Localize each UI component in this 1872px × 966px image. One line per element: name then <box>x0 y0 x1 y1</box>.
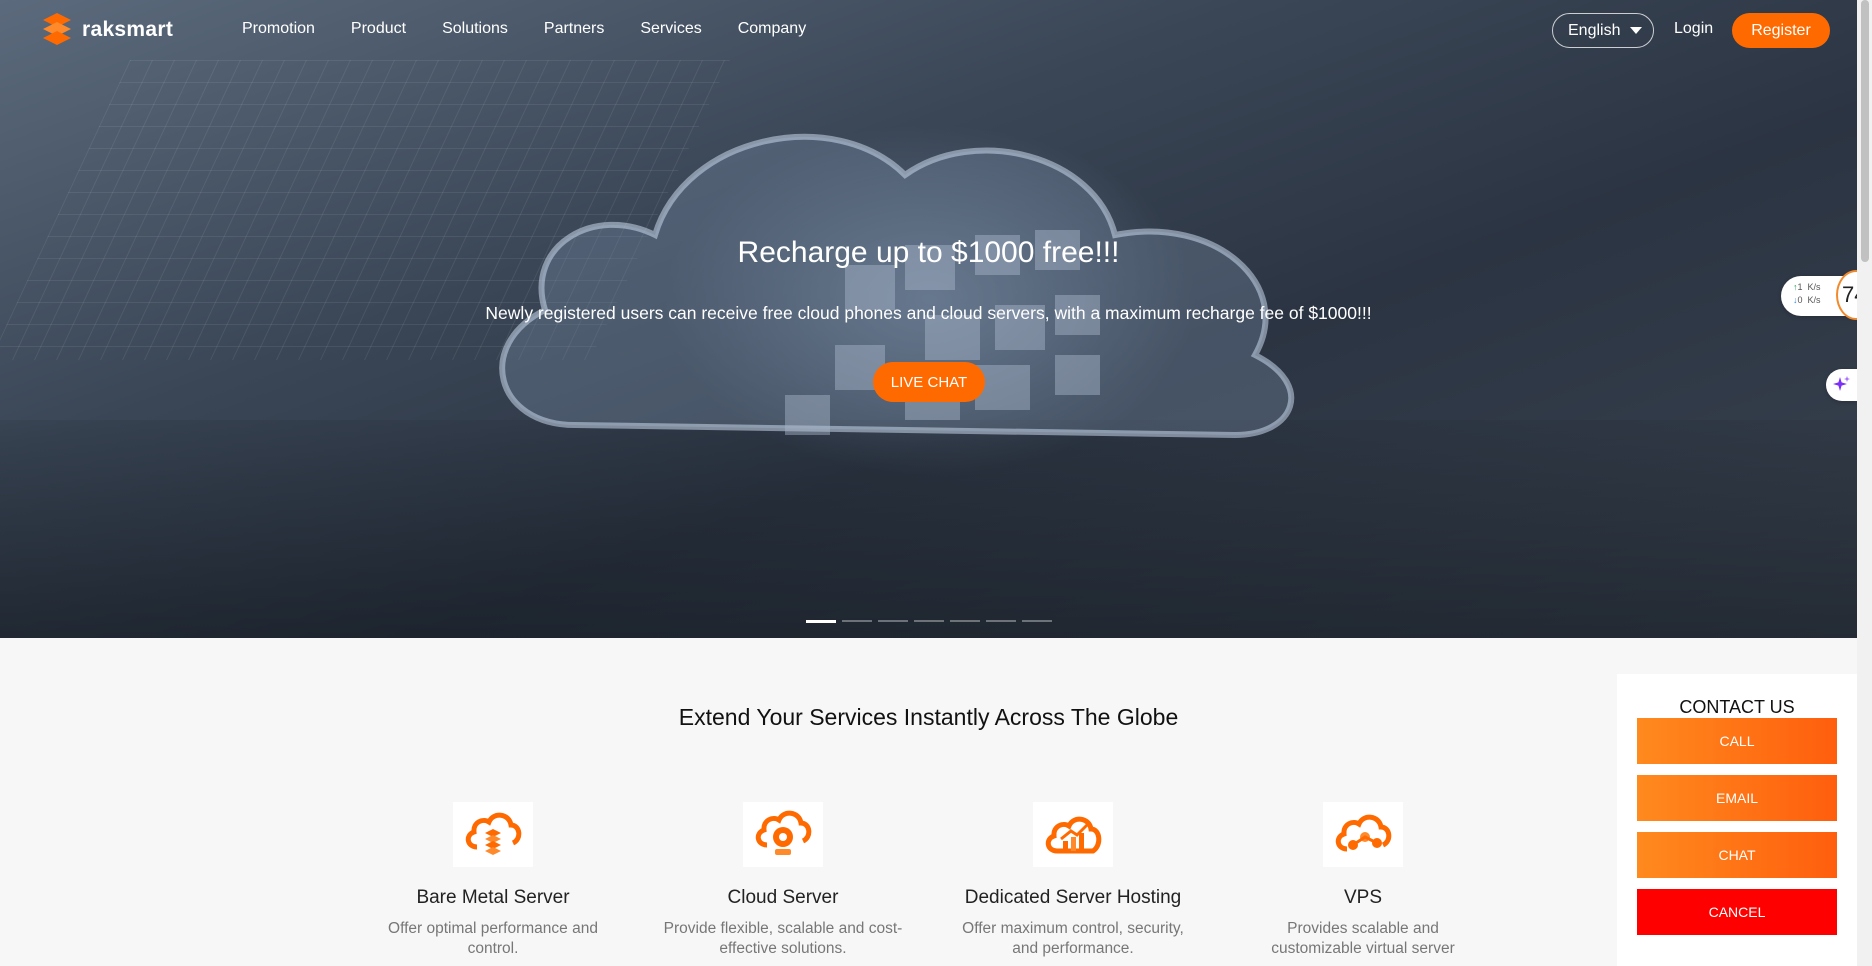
menu-solutions[interactable]: Solutions <box>442 20 508 38</box>
upload-speed: 1 <box>1797 282 1803 292</box>
menu-company[interactable]: Company <box>738 20 806 38</box>
service-title: Bare Metal Server <box>416 887 570 908</box>
cancel-button[interactable]: CANCEL <box>1637 889 1837 935</box>
hero-title: Recharge up to $1000 free!!! <box>737 236 1120 269</box>
service-description: Provides scalable and customizable virtu… <box>1271 920 1455 957</box>
service-card-dedicated-hosting[interactable]: Dedicated Server Hosting Offer maximum c… <box>943 802 1203 959</box>
live-chat-button[interactable]: LIVE CHAT <box>873 362 985 402</box>
raksmart-logo-icon <box>43 13 71 45</box>
contact-us-panel: CONTACT US CALL EMAIL CHAT CANCEL <box>1617 674 1857 966</box>
vps-icon <box>1323 802 1403 867</box>
caret-down-icon <box>1630 27 1643 34</box>
service-title: Cloud Server <box>727 887 839 908</box>
download-speed: 0 <box>1797 295 1803 305</box>
contact-title: CONTACT US <box>1679 697 1795 717</box>
main-menu: Promotion Product Solutions Partners Ser… <box>242 20 806 38</box>
chat-button[interactable]: CHAT <box>1637 832 1837 878</box>
carousel-indicators <box>806 620 1052 623</box>
language-selector[interactable]: English <box>1552 13 1654 48</box>
bare-metal-cloud-icon <box>453 802 533 867</box>
service-title: VPS <box>1343 887 1383 908</box>
carousel-dot[interactable] <box>806 620 836 623</box>
brand-logo[interactable]: raksmart <box>40 12 173 48</box>
hero-subtitle: Newly registered users can receive free … <box>485 303 1372 323</box>
service-card-bare-metal[interactable]: Bare Metal Server Offer optimal performa… <box>363 802 623 959</box>
service-description: Provide flexible, scalable and cost-effe… <box>663 920 903 957</box>
carousel-dot[interactable] <box>1022 620 1052 622</box>
carousel-dot[interactable] <box>950 620 980 622</box>
services-heading: Extend Your Services Instantly Across Th… <box>678 704 1179 730</box>
dedicated-hosting-icon <box>1033 802 1113 867</box>
register-button[interactable]: Register <box>1732 13 1830 48</box>
service-description: Offer maximum control, security, and per… <box>962 920 1184 957</box>
menu-promotion[interactable]: Promotion <box>242 20 315 38</box>
hero-cloud-image <box>499 133 1295 439</box>
carousel-dot[interactable] <box>878 620 908 622</box>
menu-partners[interactable]: Partners <box>544 20 604 38</box>
brand-name: raksmart <box>82 18 174 41</box>
carousel-dot[interactable] <box>914 620 944 622</box>
scrollbar-thumb[interactable] <box>1861 0 1869 262</box>
call-button[interactable]: CALL <box>1637 718 1837 764</box>
carousel-dot[interactable] <box>986 620 1016 622</box>
speed-unit: K/s <box>1807 295 1821 305</box>
menu-product[interactable]: Product <box>351 20 406 38</box>
service-title: Dedicated Server Hosting <box>964 887 1182 908</box>
top-navbar: raksmart Promotion Product Solutions Par… <box>0 0 1857 62</box>
cloud-server-icon <box>743 802 823 867</box>
language-label: English <box>1568 21 1621 39</box>
ai-assistant-button[interactable] <box>1826 369 1857 401</box>
service-card-cloud-server[interactable]: Cloud Server Provide flexible, scalable … <box>653 802 913 959</box>
service-description: Offer optimal performance and control. <box>388 920 598 957</box>
email-button[interactable]: EMAIL <box>1637 775 1837 821</box>
speed-unit: K/s <box>1807 282 1821 292</box>
menu-services[interactable]: Services <box>640 20 701 38</box>
login-link[interactable]: Login <box>1674 20 1713 38</box>
sparkle-icon <box>1832 376 1850 391</box>
carousel-dot[interactable] <box>842 620 872 622</box>
service-card-vps[interactable]: VPS Provides scalable and customizable v… <box>1233 802 1493 959</box>
